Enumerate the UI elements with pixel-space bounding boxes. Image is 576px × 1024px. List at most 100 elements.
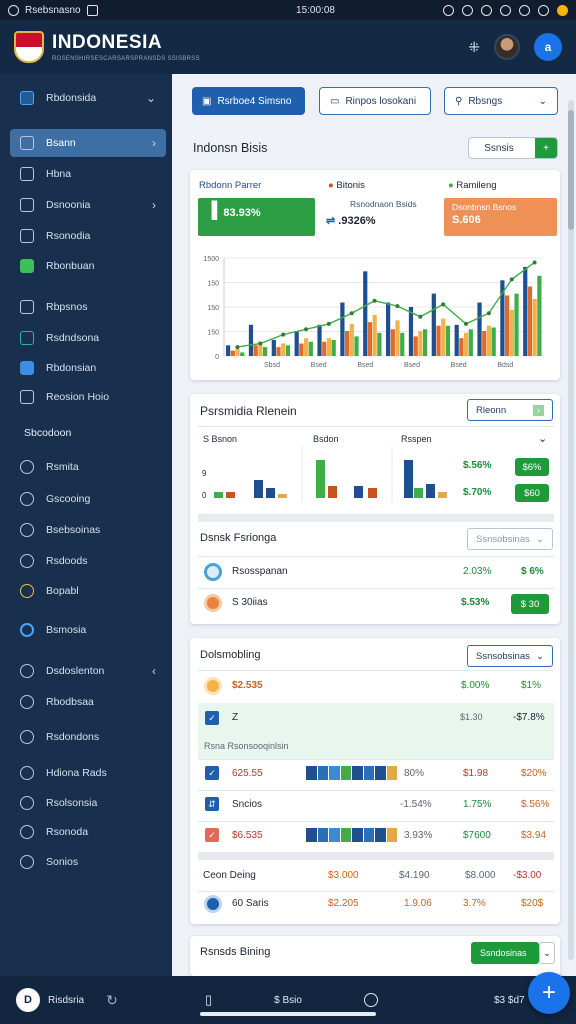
sidebar-item[interactable]: Dsdoslenton ‹ [10,657,166,685]
sidebar-item[interactable]: Hbna [10,160,166,188]
sidebar-item[interactable]: Rbdonsian [10,354,166,382]
bar [523,266,528,356]
chevron-down-icon[interactable]: ⌄ [538,432,547,445]
sidebar-item[interactable]: Reosion Hoio [10,383,166,411]
bar [317,324,322,356]
primary-action-button[interactable]: ▣ Rsrboe4 Simsno [192,87,305,115]
progress-segment [317,766,328,780]
footer-label: Ceon Deing [203,870,256,881]
sort-icon[interactable]: ⇵ [205,797,219,811]
bar [395,320,400,356]
ledger-row-name: Z [232,712,239,723]
sidebar-item[interactable]: Sonios [10,848,166,876]
pencil-icon [20,259,34,273]
sidebar-item-label: Rsonoda [46,826,89,838]
sidebar-item-label: Rsmita [46,461,79,473]
bottom-card-select[interactable]: Ssndosinas [471,942,539,964]
ledger-row-value: $1.30 [460,712,483,722]
split-row-pill[interactable]: $ 30 [511,594,549,614]
sidebar-item[interactable]: Dsnoonia › [10,191,166,219]
ledger-row-value: $1% [521,680,542,691]
kpi-card-green[interactable]: ▐ 83.93% [198,198,315,236]
kpi-label: Rbdonn Parrer [199,180,262,191]
ledger-select[interactable]: Ssnsobsinas ⌄ [467,645,553,667]
bar [367,322,373,356]
sidebar-top-item[interactable]: Rbdonsida ⌄ [10,84,166,112]
bar [235,348,240,356]
profile-badge-button[interactable]: a [534,33,562,61]
bottom-card-chevron[interactable]: ⌄ [539,942,555,964]
sidebar-item[interactable]: Hdiona Rads [10,759,166,787]
info-icon [20,796,34,810]
breakdown-pill[interactable]: $6% [515,458,549,476]
add-fab-button[interactable]: + [528,972,570,1014]
sidebar-item[interactable]: Rbpsnos [10,293,166,321]
trend-point [258,341,263,346]
kpi-card-orange[interactable]: Dsonbnsn Bsnos S.606 [444,198,557,236]
bar [431,293,436,356]
bar [214,492,223,498]
sidebar-item[interactable]: Bsebsoinas [10,516,166,544]
sidebar-item[interactable]: Rsmita [10,453,166,481]
y-tick-label: 1500 [203,256,219,263]
kpi-sub: Dsonbnsn Bsnos [452,202,517,212]
sidebar-item[interactable]: Bsmosia [10,616,166,644]
ledger-detail-pct: -1.54% [400,799,432,810]
coin-icon [204,677,222,695]
user-circle-icon[interactable]: D [16,988,40,1012]
sidebar: Rbdonsida ⌄ Bsann › Hbna Dsnoonia › Rsonodia R… [0,74,172,976]
refresh-icon[interactable]: ↻ [106,992,118,1009]
secondary-action-button[interactable]: ▭ Rinpos losokani [319,87,431,115]
divider [198,759,554,760]
checkbox-checked[interactable]: ✓ [205,766,219,780]
sidebar-item[interactable]: Rsdoods [10,547,166,575]
x-tick-label: Bsed [404,362,420,369]
box-icon [20,167,34,181]
bar [459,338,464,356]
checkbox-checked[interactable]: ✓ [205,711,219,725]
layers-icon [20,695,34,709]
sidebar-item-label: Hdiona Rads [46,767,107,779]
trend-point [326,321,331,326]
split-select[interactable]: Ssnsobsinas ⌄ [467,528,553,550]
users-icon [20,825,34,839]
play-icon[interactable] [363,993,378,1007]
sidebar-item-label: Rsonodia [46,230,91,242]
x-tick-label: Bsed [357,362,373,369]
sidebar-item[interactable]: Rsonodia [10,222,166,250]
bar [248,324,254,356]
progress-segment [363,766,374,780]
checkbox-checked[interactable]: ✓ [205,828,219,842]
sidebar-item[interactable]: Rsdondons [10,723,166,751]
divider [198,790,554,791]
sidebar-item[interactable]: Bopabl [10,577,166,605]
sidebar-item-label: Dsnoonia [46,199,91,211]
kpi-value-text: .9326% [338,215,376,227]
divider [198,556,554,557]
sidebar-item[interactable]: Rbodbsaa [10,688,166,716]
sidebar-item[interactable]: Bsann › [10,129,166,157]
home-indicator[interactable] [200,1012,376,1016]
overview-action-button[interactable]: Ssnsis + [468,137,558,159]
check-icon: ● [448,180,454,191]
ledger-row-value: -$7.8% [513,712,545,723]
breakdown-pill[interactable]: $60 [515,484,549,502]
sidebar-item-label: Hbna [46,168,72,180]
filter-dropdown[interactable]: ⚲ Rbsngs ⌄ [444,87,558,115]
breakdown-select[interactable]: Rleonn › [467,399,553,421]
tag-icon [20,492,34,506]
bar [266,488,275,498]
sidebar-item[interactable]: Rsonoda [10,818,166,846]
bookmark-icon[interactable]: ▯ [205,992,212,1008]
settings-icon[interactable]: ⁜ [468,39,480,56]
sidebar-item[interactable]: Rsolsonsia [10,789,166,817]
scrollbar-thumb[interactable] [568,110,574,230]
ledger-detail-value: $7600 [463,830,491,841]
sidebar-item[interactable]: Gscooing [10,485,166,513]
sidebar-item[interactable]: Rsdndsona [10,324,166,352]
progress-strip [306,828,398,842]
chevron-down-icon: ⌄ [543,947,551,959]
progress-segment [375,766,386,780]
sidebar-item[interactable]: Rbonbuan [10,252,166,280]
avatar[interactable] [494,34,520,60]
